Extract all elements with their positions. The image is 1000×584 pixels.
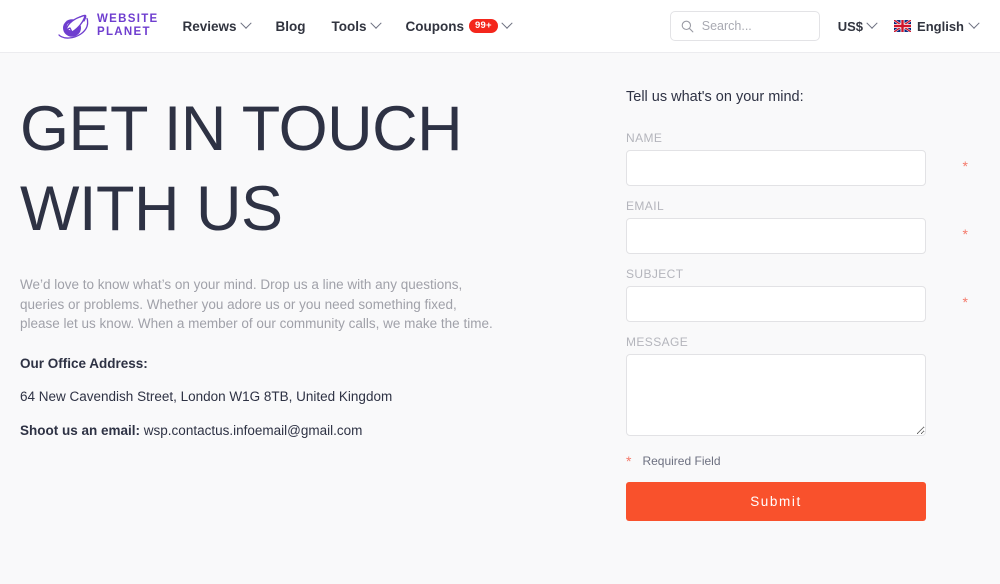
contact-form-column: Tell us what's on your mind: NAME * EMAI… <box>620 53 1000 521</box>
chevron-down-icon <box>239 17 252 29</box>
submit-button[interactable]: Submit <box>626 482 926 521</box>
language-selector[interactable]: English <box>894 17 980 34</box>
nav-item-blog[interactable]: Blog <box>276 19 306 34</box>
contact-email-link[interactable]: wsp.contactus.infoemail@gmail.com <box>144 423 363 438</box>
name-field-label: NAME <box>626 131 663 145</box>
search-icon <box>681 20 694 32</box>
required-asterisk-icon: * <box>962 294 968 310</box>
currency-label: US$ <box>837 18 864 34</box>
logo-line-1: WEBSITE <box>97 13 159 26</box>
logo-line-2: PLANET <box>97 26 151 38</box>
logo-wordmark: WEBSITE PLANET <box>97 13 159 39</box>
nav-label: Reviews <box>182 18 237 34</box>
page-title: GET IN TOUCH WITH US <box>20 94 463 244</box>
chevron-down-icon <box>369 17 382 29</box>
search-placeholder: Search... <box>701 19 752 33</box>
contact-info-column: GET IN TOUCH WITH US We’d love to know w… <box>0 53 620 521</box>
nav-label: Coupons <box>405 18 465 34</box>
contact-email-line: Shoot us an email: wsp.contactus.infoema… <box>20 423 600 438</box>
search-input[interactable]: Search... <box>669 11 820 41</box>
language-label: English <box>917 18 964 34</box>
header-utilities: Search... US$ English <box>669 11 980 41</box>
chevron-down-icon <box>501 17 513 29</box>
subject-input-wrap: * <box>620 286 980 322</box>
main-navigation: Reviews Blog Tools Coupons 99+ <box>182 17 513 34</box>
page-body: GET IN TOUCH WITH US We’d love to know w… <box>0 53 1000 521</box>
currency-selector[interactable]: US$ <box>837 17 878 34</box>
form-field-subject: SUBJECT * <box>620 267 980 322</box>
form-title: Tell us what's on your mind: <box>626 89 804 105</box>
name-input-wrap: * <box>620 150 980 186</box>
office-address-value: 64 New Cavendish Street, London W1G 8TB,… <box>20 388 393 404</box>
office-address-heading: Our Office Address: <box>20 355 148 371</box>
planet-rocket-logo-icon <box>58 14 89 39</box>
chevron-down-icon <box>968 17 980 29</box>
intro-paragraph: We’d love to know what’s on your mind. D… <box>20 277 493 331</box>
contact-email-label: Shoot us an email: <box>20 422 141 438</box>
message-textarea[interactable] <box>626 354 926 436</box>
nav-item-tools[interactable]: Tools <box>331 17 382 34</box>
form-field-name: NAME * <box>620 131 980 186</box>
nav-label: Tools <box>331 18 367 34</box>
name-input[interactable] <box>626 150 926 186</box>
email-field-label: EMAIL <box>626 199 665 213</box>
required-field-note: * Required Field <box>626 454 980 468</box>
message-field-label: MESSAGE <box>626 335 689 349</box>
email-input[interactable] <box>626 218 926 254</box>
coupons-count-badge: 99+ <box>469 18 498 34</box>
nav-label: Blog <box>275 18 306 34</box>
required-field-text: Required Field <box>642 454 721 468</box>
nav-item-reviews[interactable]: Reviews <box>182 17 252 34</box>
chevron-down-icon <box>866 17 878 29</box>
required-asterisk-icon: * <box>962 226 968 242</box>
email-input-wrap: * <box>620 218 980 254</box>
nav-item-coupons[interactable]: Coupons 99+ <box>405 17 513 34</box>
subject-input[interactable] <box>626 286 926 322</box>
required-asterisk-icon: * <box>626 453 632 469</box>
required-asterisk-icon: * <box>962 158 968 174</box>
site-logo[interactable]: WEBSITE PLANET <box>58 13 159 39</box>
uk-flag-icon <box>894 20 912 32</box>
subject-field-label: SUBJECT <box>626 267 684 281</box>
site-header: WEBSITE PLANET Reviews Blog Tools Coupon… <box>0 0 1000 53</box>
form-field-email: EMAIL * <box>620 199 980 254</box>
form-field-message: MESSAGE <box>620 335 980 436</box>
